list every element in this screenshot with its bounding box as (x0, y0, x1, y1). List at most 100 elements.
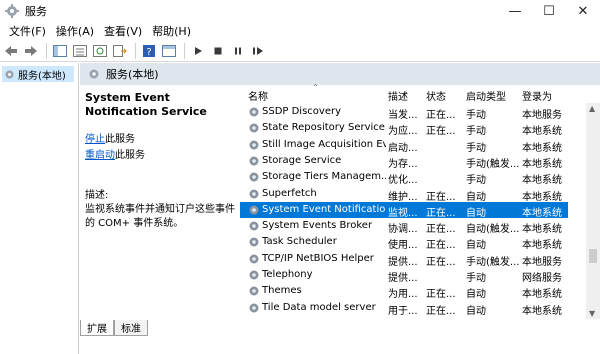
cell-startup: 手动(触发... (466, 158, 520, 170)
tab-extended[interactable]: 扩展 (80, 320, 114, 336)
service-gear-icon (249, 254, 259, 264)
service-detail-panel: System Event Notification Service 停止此服务 … (80, 85, 240, 319)
back-button[interactable] (2, 42, 20, 60)
service-gear-icon (249, 221, 259, 231)
help-button[interactable]: ? (140, 42, 158, 60)
menu-action[interactable]: 操作(A) (51, 23, 99, 39)
sort-ascending-icon: ⌃ (312, 83, 319, 92)
scroll-thumb[interactable] (589, 249, 597, 263)
cell-desc: 为应... (388, 126, 418, 138)
restart-service-link[interactable]: 重启动 (85, 150, 115, 161)
cell-logon: 本地系统 (522, 142, 562, 154)
cell-name: Telephony (262, 269, 313, 280)
service-row[interactable]: Tile Data model server 用于... 正在... 自动 本地系统 (240, 300, 568, 317)
stop-suffix: 此服务 (105, 134, 135, 145)
cell-desc: 优化... (388, 175, 418, 187)
properties-button[interactable] (160, 42, 178, 60)
cell-startup: 手动 (466, 175, 486, 187)
cell-name: TCP/IP NetBIOS Helper (262, 252, 374, 264)
cell-startup: 自动 (466, 289, 486, 301)
service-gear-icon (249, 156, 259, 166)
cell-logon: 本地系统 (522, 240, 562, 252)
menu-view[interactable]: 查看(V) (99, 23, 147, 39)
properties-icon (162, 44, 176, 57)
cell-status: 正在... (426, 110, 456, 121)
service-row[interactable]: Superfetch 维护... 正在... 自动 本地系统 (240, 186, 568, 203)
maximize-button[interactable]: ☐ (532, 0, 566, 22)
service-row[interactable]: Storage Service 为存... 手动(触发... 本地系统 (240, 153, 568, 170)
cell-desc: 为用... (388, 289, 418, 301)
cell-status: 正在... (426, 191, 456, 203)
scroll-up-icon[interactable]: ▲ (589, 104, 595, 113)
minimize-button[interactable]: — (498, 0, 532, 22)
forward-button[interactable] (22, 42, 40, 60)
column-header-status[interactable]: 状态 (426, 88, 462, 103)
toolbar-separator (135, 42, 136, 59)
column-header-startup-type[interactable]: 启动类型 (466, 88, 520, 103)
cell-status: 正在... (426, 224, 456, 236)
cell-desc: 提供... (388, 256, 418, 268)
cell-status: 正在... (426, 126, 456, 138)
service-row[interactable]: System Events Broker 协调... 正在... 自动(触发... 本地… (240, 218, 568, 236)
services-list: 名称 ⌃ 描述 状态 启动类型 登录为 SSDP Discovery 当发... 正… (240, 83, 600, 319)
refresh-button[interactable] (91, 42, 109, 60)
pause-icon (235, 47, 241, 54)
vertical-scrollbar[interactable]: ▲ ▼ (586, 103, 600, 319)
menu-file[interactable]: 文件(F) (4, 23, 51, 39)
cell-desc: 监视... (388, 207, 418, 219)
service-row[interactable]: State Repository Service 为应... 正在... 手动 本地系统 (240, 120, 568, 138)
maximize-icon: ☐ (543, 3, 555, 19)
view-tabs: 扩展 标准 (80, 320, 600, 340)
cell-logon: 本地系统 (522, 207, 562, 219)
service-row[interactable]: Task Scheduler 使用... 正在... 自动 本地系统 (240, 234, 568, 252)
service-row[interactable]: Telephony 提供... 手动 网络服务 (240, 267, 568, 284)
close-button[interactable]: ✕ (566, 0, 600, 22)
cell-status: 正在... (426, 256, 456, 268)
menu-help[interactable]: 帮助(H) (147, 23, 196, 39)
column-headers: 名称 ⌃ 描述 状态 启动类型 登录为 (240, 83, 600, 103)
start-service-button[interactable] (189, 42, 207, 60)
service-row[interactable]: Storage Tiers Managem... 优化... 手动 本地系统 (240, 169, 568, 187)
services-app-icon (5, 4, 19, 18)
cell-name: Superfetch (262, 187, 317, 199)
restart-line: 重启动此服务 (85, 149, 235, 163)
tree-item-services-local[interactable]: 服务(本地) (2, 66, 74, 82)
cell-logon: 本地服务 (522, 110, 562, 121)
back-arrow-icon (5, 45, 17, 56)
cell-name: Storage Tiers Managem... (262, 171, 386, 183)
tree-item-label: 服务(本地) (18, 70, 66, 82)
properties-list-button[interactable] (71, 42, 89, 60)
stop-icon (214, 47, 222, 54)
cell-desc: 启动... (388, 142, 418, 154)
scroll-down-icon[interactable]: ▼ (589, 309, 595, 318)
cell-startup: 手动 (466, 126, 486, 138)
cell-desc: 维护... (388, 191, 418, 203)
service-row[interactable]: TCP/IP NetBIOS Helper 提供... 正在... 手动(触发... 本… (240, 251, 568, 268)
column-header-description[interactable]: 描述 (388, 88, 424, 103)
column-header-logon-as[interactable]: 登录为 (522, 88, 566, 103)
export-list-button[interactable] (111, 42, 129, 60)
stop-service-button[interactable] (209, 42, 227, 60)
cell-desc: 为存... (388, 158, 418, 170)
export-icon (113, 44, 127, 57)
service-row[interactable]: Still Image Acquisition Ev... 启动... 手动 本地系统 (240, 137, 568, 154)
show-tree-button[interactable] (51, 42, 69, 60)
service-row[interactable]: Themes 为用... 正在... 自动 本地系统 (240, 283, 568, 301)
cell-status: 正在... (426, 207, 456, 219)
cell-startup: 自动 (466, 207, 486, 219)
service-gear-icon (249, 286, 259, 296)
restart-service-button[interactable] (249, 42, 267, 60)
cell-logon: 本地系统 (522, 305, 562, 317)
cell-name: SSDP Discovery (262, 106, 342, 117)
cell-logon: 本地系统 (522, 126, 562, 138)
cell-name: State Repository Service (262, 122, 385, 134)
cell-name: Storage Service (262, 154, 342, 166)
pause-service-button[interactable] (229, 42, 247, 60)
stop-service-link[interactable]: 停止 (85, 134, 105, 145)
cell-logon: 本地服务 (522, 256, 562, 268)
service-row[interactable]: SSDP Discovery 当发... 正在... 手动 本地服务 (240, 104, 568, 121)
service-row[interactable]: System Event Notification...监视... 正在... 自动… (240, 201, 568, 219)
tab-standard[interactable]: 标准 (114, 320, 148, 336)
cell-logon: 本地系统 (522, 289, 562, 301)
cell-desc: 使用... (388, 240, 418, 252)
